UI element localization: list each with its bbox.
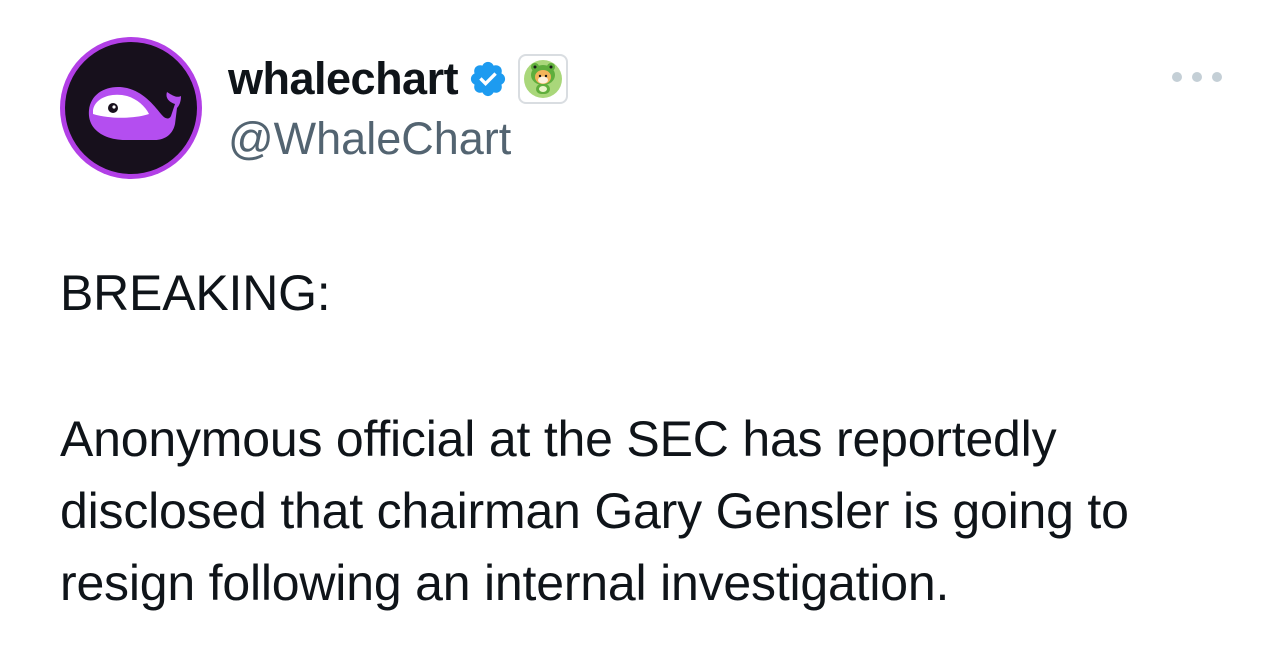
author-display-name[interactable]: whalechart [228,52,459,106]
verified-badge-icon[interactable] [468,59,508,99]
author-handle[interactable]: @WhaleChart [228,112,511,166]
author-avatar[interactable] [60,37,202,179]
author-name-row: whalechart [228,52,569,106]
whale-logo-icon [65,42,197,174]
more-dot [1172,72,1182,82]
more-dot [1212,72,1222,82]
more-options-icon[interactable] [1172,66,1222,88]
tweet-card: whalechart @WhaleChart BREAKING: Anonymo… [0,0,1284,658]
more-dot [1192,72,1202,82]
affiliate-badge-icon[interactable] [518,54,569,104]
tweet-headline: BREAKING: [60,265,331,321]
tweet-body: Anonymous official at the SEC has report… [60,411,1129,611]
